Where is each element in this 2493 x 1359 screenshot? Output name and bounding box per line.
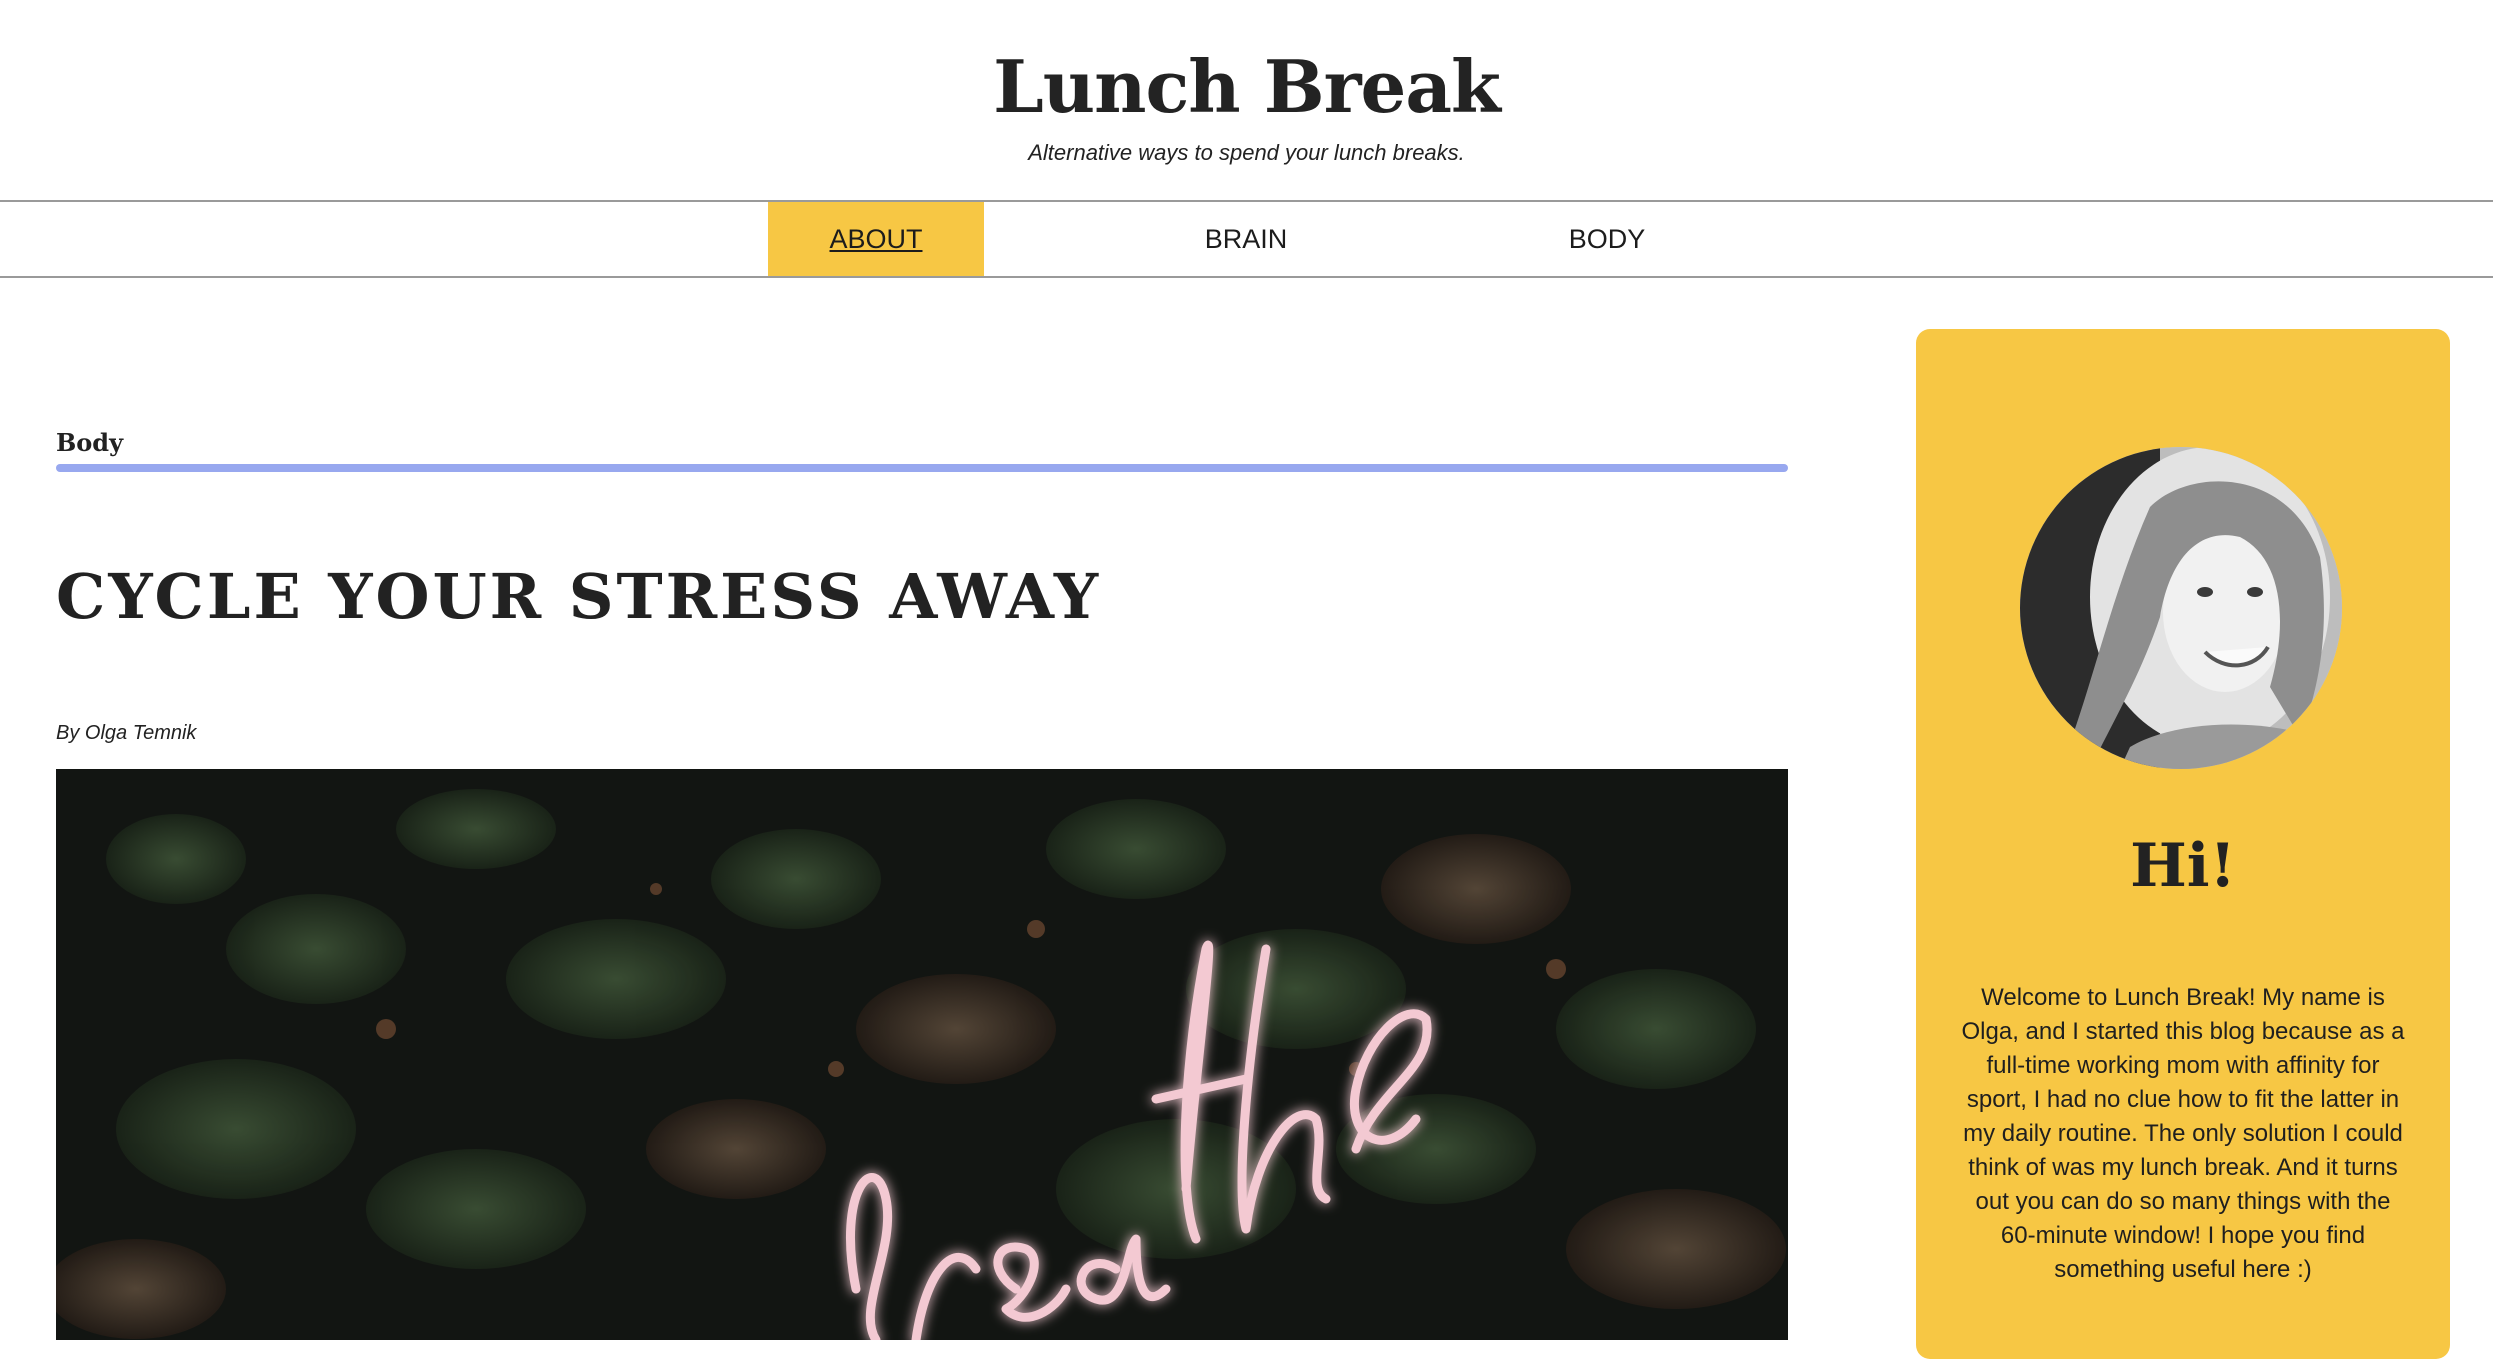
category-divider xyxy=(56,464,1788,472)
author-bio: Welcome to Lunch Break! My name is Olga,… xyxy=(1961,984,2405,1283)
nav-item-brain[interactable]: BRAIN xyxy=(1166,202,1326,276)
neon-breathe-foliage-image xyxy=(56,769,1788,1340)
site-header: Lunch Break Alternative ways to spend yo… xyxy=(0,0,2493,200)
about-sidebar: Hi! Welcome to Lunch Break! My name is O… xyxy=(1916,329,2450,1359)
sidebar-greeting: Hi! xyxy=(2130,831,2236,901)
author-avatar xyxy=(2020,447,2342,769)
post-title: CYCLE YOUR STRESS AWAY xyxy=(56,560,1102,633)
author-portrait-image xyxy=(2020,447,2342,769)
post-category[interactable]: Body xyxy=(56,428,123,457)
nav-item-about[interactable]: ABOUT xyxy=(768,202,984,276)
site-title[interactable]: Lunch Break xyxy=(0,44,2493,129)
post-hero-image xyxy=(56,769,1788,1340)
site-tagline: Alternative ways to spend your lunch bre… xyxy=(1028,140,1465,165)
main-nav: ABOUT BRAIN BODY xyxy=(0,200,2493,278)
post-byline: By Olga Temnik xyxy=(56,722,197,744)
nav-item-body[interactable]: BODY xyxy=(1527,202,1687,276)
